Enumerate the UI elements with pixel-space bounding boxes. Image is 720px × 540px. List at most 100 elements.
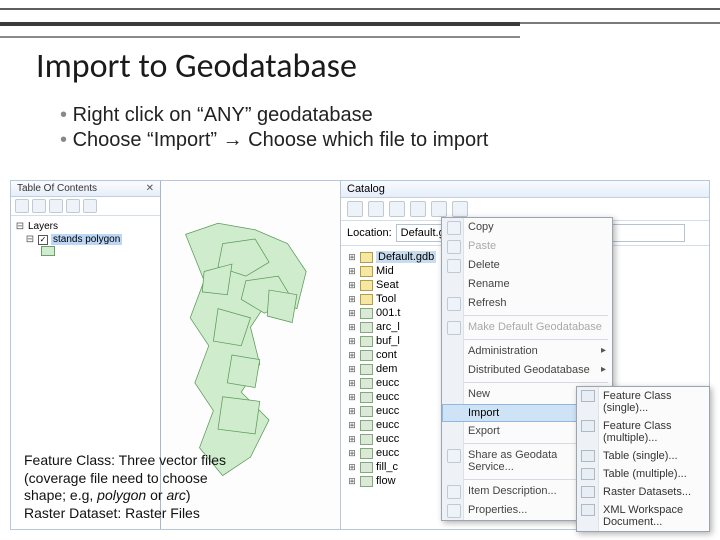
text: Choose which file to import bbox=[243, 129, 489, 151]
list-by-selection-icon[interactable] bbox=[66, 199, 80, 213]
decor-line bbox=[0, 22, 520, 26]
delete-icon bbox=[447, 259, 461, 273]
text: shape; e.g, polygon or arc) bbox=[24, 487, 284, 505]
raster-icon bbox=[360, 378, 373, 389]
tree-label: Mid bbox=[376, 265, 394, 277]
tree-label: eucc bbox=[376, 377, 399, 389]
panel-title: Catalog bbox=[341, 181, 709, 198]
menu-import-xml[interactable]: XML Workspace Document... bbox=[577, 501, 709, 531]
gdb-icon bbox=[447, 321, 461, 335]
list-item: Right click on “ANY” geodatabase bbox=[60, 104, 488, 127]
back-icon[interactable] bbox=[347, 201, 363, 217]
list-by-source-icon[interactable] bbox=[32, 199, 46, 213]
decor-line bbox=[520, 22, 720, 24]
folder-icon bbox=[360, 280, 373, 291]
raster-icon bbox=[581, 486, 595, 498]
properties-icon bbox=[447, 504, 461, 518]
folder-icon bbox=[360, 294, 373, 305]
raster-icon bbox=[360, 476, 373, 487]
copy-icon bbox=[447, 221, 461, 235]
tree-label: stands polygon bbox=[51, 234, 122, 245]
decor-line bbox=[0, 36, 520, 38]
paste-icon bbox=[447, 240, 461, 254]
tree-label: dem bbox=[376, 363, 397, 375]
tree-label: flow bbox=[376, 475, 396, 487]
menu-separator bbox=[446, 315, 608, 316]
menu-paste: Paste bbox=[442, 237, 612, 256]
feature-class-icon bbox=[581, 420, 595, 432]
location-label: Location: bbox=[347, 227, 392, 239]
menu-import-fc-multiple[interactable]: Feature Class (multiple)... bbox=[577, 417, 709, 447]
text: Feature Class: Three vector files bbox=[24, 452, 284, 470]
menu-copy[interactable]: Copy bbox=[442, 218, 612, 237]
tree-row-layers[interactable]: ⊟ Layers bbox=[15, 220, 156, 233]
raster-icon bbox=[360, 462, 373, 473]
panel-title: Table Of Contents ✕ bbox=[11, 181, 160, 197]
list-item: Choose “Import” → Choose which file to i… bbox=[60, 129, 488, 152]
collapse-icon[interactable]: ⊟ bbox=[25, 234, 35, 245]
close-icon[interactable]: ✕ bbox=[146, 183, 154, 194]
menu-rename[interactable]: Rename bbox=[442, 275, 612, 294]
raster-icon bbox=[360, 364, 373, 375]
import-submenu: Feature Class (single)... Feature Class … bbox=[576, 386, 710, 532]
options-icon[interactable] bbox=[83, 199, 97, 213]
tree-label: Default.gdb bbox=[376, 251, 436, 263]
tree-label: 001.t bbox=[376, 307, 400, 319]
raster-icon bbox=[360, 336, 373, 347]
menu-distributed[interactable]: Distributed Geodatabase bbox=[442, 361, 612, 380]
menu-import-raster[interactable]: Raster Datasets... bbox=[577, 483, 709, 501]
gear-icon[interactable] bbox=[452, 201, 468, 217]
menu-separator bbox=[446, 382, 608, 383]
raster-icon bbox=[360, 392, 373, 403]
globe-icon bbox=[447, 449, 461, 463]
menu-import-fc-single[interactable]: Feature Class (single)... bbox=[577, 387, 709, 417]
table-icon bbox=[581, 468, 595, 480]
toc-tree: ⊟ Layers ⊟ ✓ stands polygon bbox=[11, 216, 160, 260]
text: Raster Dataset: Raster Files bbox=[24, 505, 284, 523]
doc-icon bbox=[447, 485, 461, 499]
dropdown-icon[interactable] bbox=[689, 226, 703, 240]
annotation-text: Feature Class: Three vector files (cover… bbox=[24, 452, 284, 522]
menu-separator bbox=[446, 339, 608, 340]
tree-label: cont bbox=[376, 349, 397, 361]
tree-label: eucc bbox=[376, 419, 399, 431]
home-icon[interactable] bbox=[389, 201, 405, 217]
tree-label: eucc bbox=[376, 405, 399, 417]
tree-label: eucc bbox=[376, 447, 399, 459]
instruction-list: Right click on “ANY” geodatabase Choose … bbox=[60, 102, 488, 154]
text: (coverage file need to choose bbox=[24, 470, 284, 488]
raster-icon bbox=[360, 448, 373, 459]
menu-delete[interactable]: Delete bbox=[442, 256, 612, 275]
toggle-icon[interactable] bbox=[410, 201, 426, 217]
list-by-visibility-icon[interactable] bbox=[49, 199, 63, 213]
raster-icon bbox=[360, 434, 373, 445]
tree-label: fill_c bbox=[376, 461, 398, 473]
decor-line bbox=[0, 8, 720, 10]
raster-icon bbox=[360, 308, 373, 319]
toc-toolbar bbox=[11, 197, 160, 216]
menu-import-table-single[interactable]: Table (single)... bbox=[577, 447, 709, 465]
raster-icon bbox=[360, 406, 373, 417]
raster-icon bbox=[360, 350, 373, 361]
checkbox[interactable]: ✓ bbox=[38, 235, 48, 245]
collapse-icon[interactable]: ⊟ bbox=[15, 221, 25, 232]
refresh-icon bbox=[447, 297, 461, 311]
menu-administration[interactable]: Administration bbox=[442, 342, 612, 361]
arrow-icon: → bbox=[223, 129, 243, 151]
tree-label: eucc bbox=[376, 433, 399, 445]
raster-icon bbox=[360, 420, 373, 431]
list-by-drawing-icon[interactable] bbox=[15, 199, 29, 213]
tree-label: Layers bbox=[28, 221, 58, 232]
menu-import-table-multiple[interactable]: Table (multiple)... bbox=[577, 465, 709, 483]
up-icon[interactable] bbox=[368, 201, 384, 217]
page-title: Import to Geodatabase bbox=[36, 46, 357, 87]
raster-icon bbox=[360, 322, 373, 333]
tree-row-layer[interactable]: ⊟ ✓ stands polygon bbox=[15, 233, 156, 246]
legend-swatch bbox=[41, 246, 55, 256]
table-icon bbox=[581, 450, 595, 462]
connect-icon[interactable] bbox=[431, 201, 447, 217]
text: Choose “Import” bbox=[73, 129, 223, 151]
gdb-icon bbox=[360, 252, 373, 263]
menu-refresh[interactable]: Refresh bbox=[442, 294, 612, 313]
tree-label: Tool bbox=[376, 293, 396, 305]
